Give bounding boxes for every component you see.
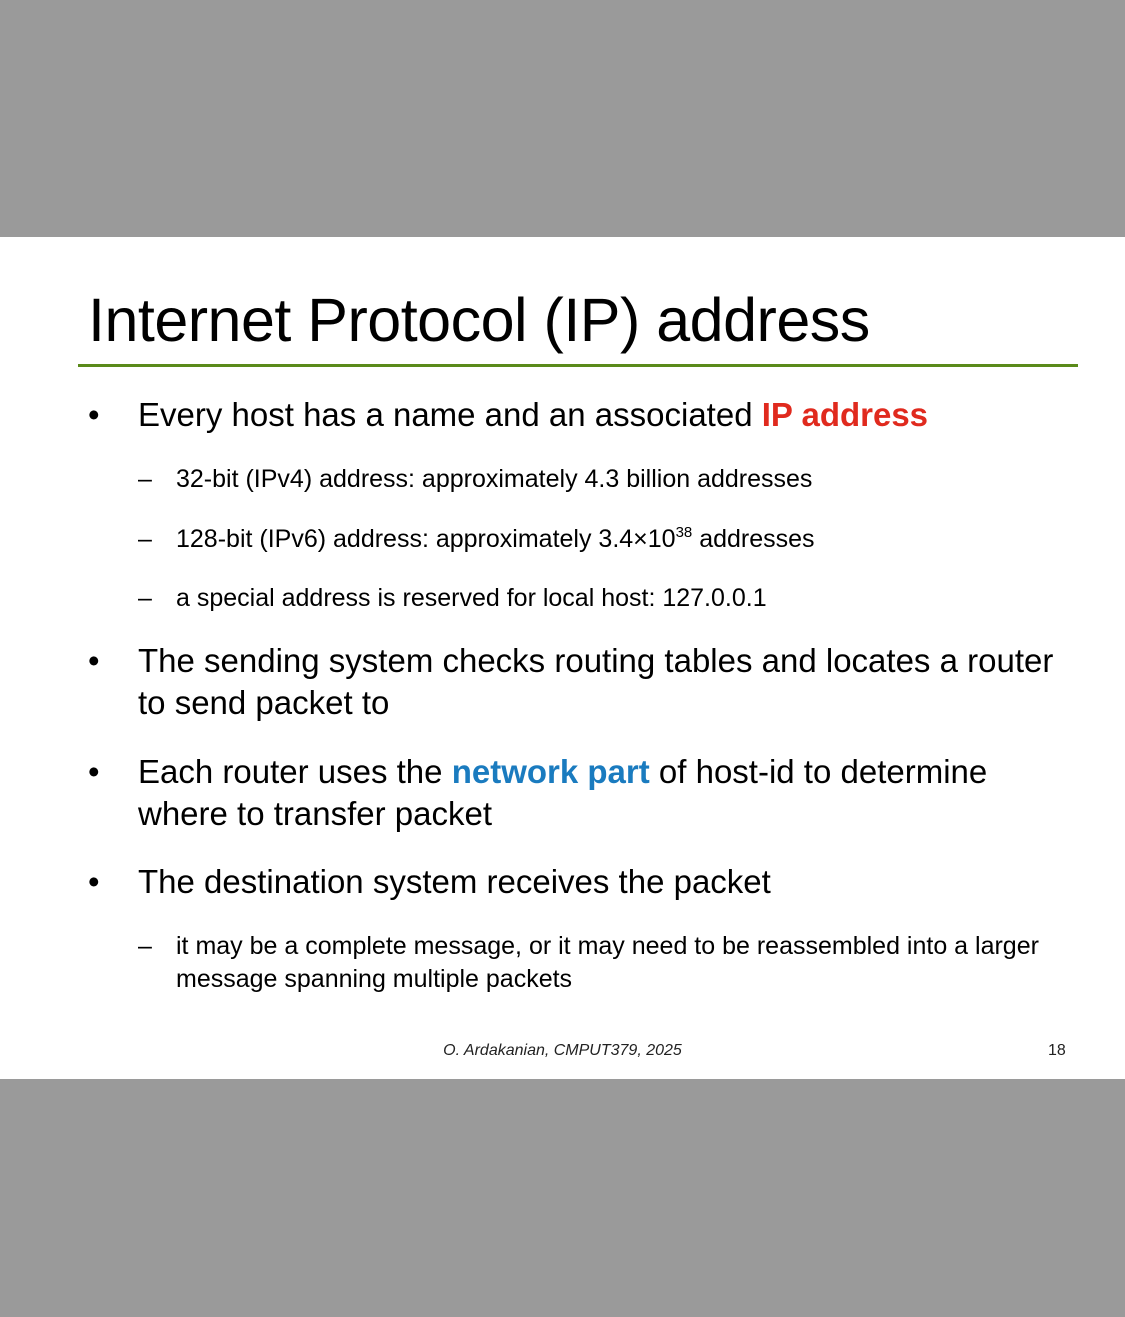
slide: Internet Protocol (IP) address • Every h… <box>0 237 1125 1079</box>
slide-title: Internet Protocol (IP) address <box>88 286 870 354</box>
sub-bullet-reassembly: – it may be a complete message, or it ma… <box>138 932 1039 993</box>
bullet-ip-address: • Every host has a name and an associate… <box>88 394 1078 436</box>
sub-bullet-localhost: – a special address is reserved for loca… <box>138 582 1078 615</box>
sub-bullet-ipv4: – 32-bit (IPv4) address: approximately 4… <box>138 463 1078 496</box>
dash-marker: – <box>138 525 152 553</box>
dash-marker: – <box>138 932 152 960</box>
title-divider <box>78 364 1078 367</box>
exponent: 38 <box>675 524 693 541</box>
bullet-routing-tables: • The sending system checks routing tabl… <box>88 642 1054 721</box>
highlight-network-part: network part <box>451 753 650 790</box>
bullet-destination: • The destination system receives the pa… <box>88 861 1078 903</box>
bullet-dot: • <box>88 753 100 790</box>
dash-marker: – <box>138 465 152 493</box>
bullet-network-part: • Each router uses the network part of h… <box>88 753 988 832</box>
page-number: 18 <box>1048 1042 1066 1059</box>
slide-footer: O. Ardakanian, CMPUT379, 2025 <box>443 1042 682 1059</box>
bullet-dot: • <box>88 396 100 433</box>
dash-marker: – <box>138 584 152 612</box>
highlight-ip-address: IP address <box>761 396 929 433</box>
bullet-dot: • <box>88 863 100 900</box>
sub-bullet-ipv6: – 128-bit (IPv6) address: approximately … <box>138 523 1078 556</box>
bullet-dot: • <box>88 642 100 679</box>
